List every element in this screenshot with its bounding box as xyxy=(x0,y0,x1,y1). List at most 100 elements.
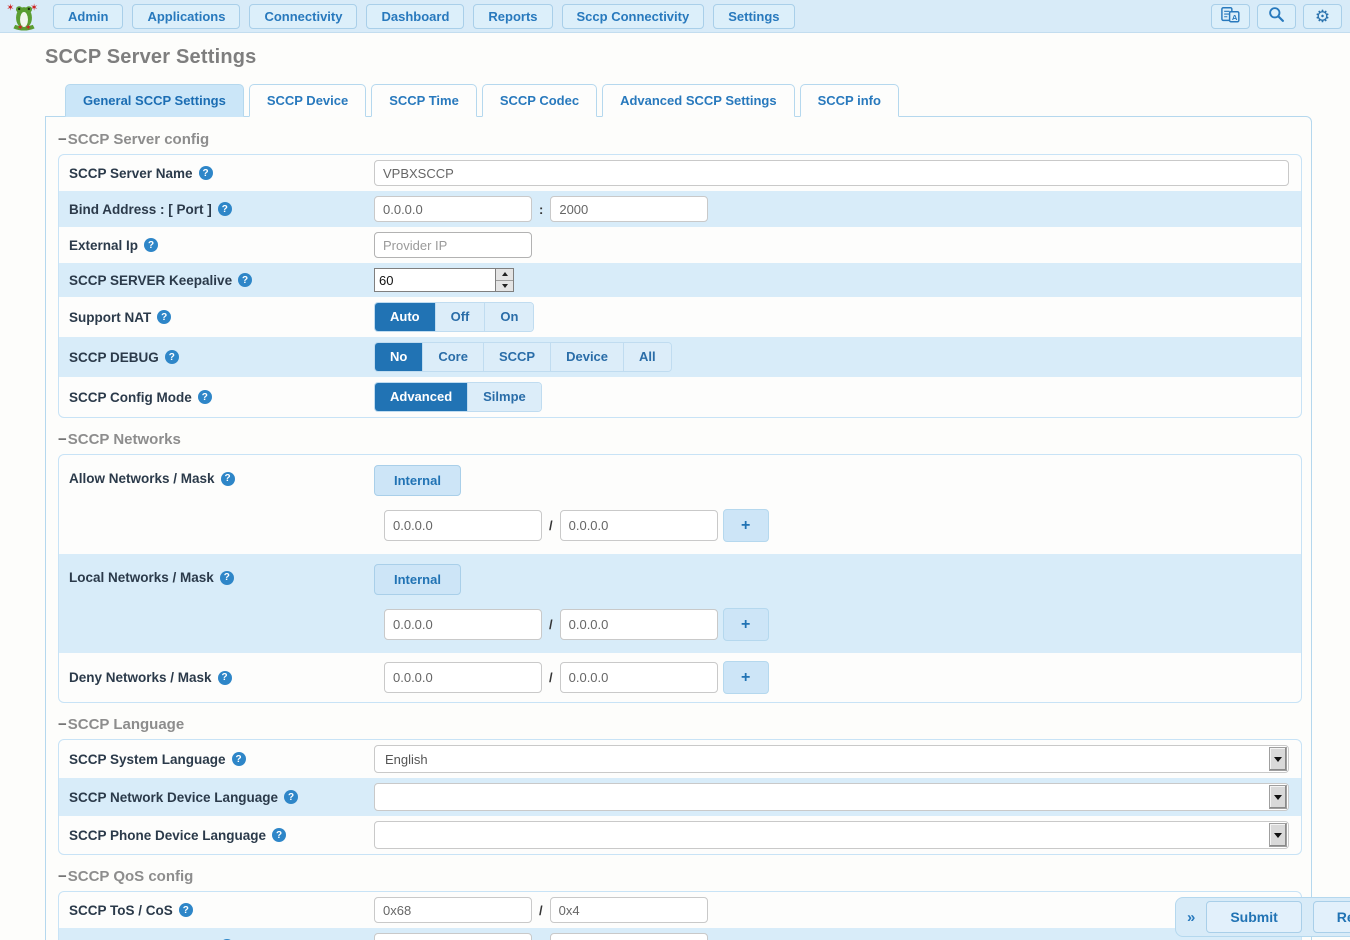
triangle-up-icon xyxy=(502,272,508,276)
tab-general-sccp-settings[interactable]: General SCCP Settings xyxy=(65,84,244,117)
help-icon[interactable]: ? xyxy=(199,166,213,180)
svg-text:✶: ✶ xyxy=(25,23,32,31)
label-text: SCCP SERVER Keepalive xyxy=(69,273,232,288)
nav-item-settings[interactable]: Settings xyxy=(713,4,794,29)
help-icon[interactable]: ? xyxy=(165,350,179,364)
collapse-dash-icon[interactable]: − xyxy=(58,716,67,733)
help-icon[interactable]: ? xyxy=(232,752,246,766)
local-network-input[interactable] xyxy=(384,609,542,640)
submit-button[interactable]: Submit xyxy=(1206,901,1301,933)
config-mode-group: Advanced Silmpe xyxy=(374,382,542,412)
system-language-select[interactable]: English xyxy=(374,745,1289,773)
tab-sccp-time[interactable]: SCCP Time xyxy=(371,84,477,117)
spinner-down-button[interactable] xyxy=(496,281,513,292)
help-icon[interactable]: ? xyxy=(198,390,212,404)
row-config-mode: SCCP Config Mode ? Advanced Silmpe xyxy=(59,377,1301,417)
collapse-dash-icon[interactable]: − xyxy=(58,431,67,448)
nav-item-dashboard[interactable]: Dashboard xyxy=(366,4,464,29)
search-icon xyxy=(1268,6,1285,26)
config-mode-silmpe[interactable]: Silmpe xyxy=(468,383,541,411)
label-text: SCCP Config Mode xyxy=(69,390,192,405)
collapse-chevron-icon[interactable]: » xyxy=(1187,909,1195,926)
external-ip-input[interactable] xyxy=(374,232,532,258)
row-sccp-tos: SCCP ToS / CoS ? / xyxy=(59,892,1301,928)
allow-network-input[interactable] xyxy=(384,510,542,541)
search-button[interactable] xyxy=(1257,4,1296,29)
svg-text:A: A xyxy=(1232,13,1238,22)
help-icon[interactable]: ? xyxy=(218,671,232,685)
bind-port-input[interactable] xyxy=(550,196,708,222)
deny-add-button[interactable]: + xyxy=(723,661,769,694)
deny-mask-input[interactable] xyxy=(560,662,718,693)
label-text: SCCP Server Name xyxy=(69,166,193,181)
collapse-dash-icon[interactable]: − xyxy=(58,131,67,148)
row-support-nat: Support NAT ? Auto Off On xyxy=(59,297,1301,337)
field-label: Deny Networks / Mask ? xyxy=(69,670,374,685)
nat-option-auto[interactable]: Auto xyxy=(375,303,436,331)
phone-device-language-select[interactable] xyxy=(374,821,1289,849)
local-mask-input[interactable] xyxy=(560,609,718,640)
keepalive-input[interactable] xyxy=(375,269,495,291)
dropdown-arrow-button[interactable] xyxy=(1269,785,1287,809)
local-internal-button[interactable]: Internal xyxy=(374,564,461,595)
reset-button[interactable]: Reset xyxy=(1313,901,1350,933)
tab-sccp-info[interactable]: SCCP info xyxy=(800,84,899,117)
nav-item-admin[interactable]: Admin xyxy=(53,4,123,29)
sccp-cos-input[interactable] xyxy=(550,897,708,923)
field-label: SCCP SERVER Keepalive ? xyxy=(69,273,374,288)
audio-tos-input[interactable] xyxy=(374,933,532,940)
help-icon[interactable]: ? xyxy=(144,238,158,252)
svg-text:✶: ✶ xyxy=(6,3,14,14)
collapse-dash-icon[interactable]: − xyxy=(58,868,67,885)
debug-option-all[interactable]: All xyxy=(624,343,671,371)
bind-address-input[interactable] xyxy=(374,196,532,222)
field-label: Support NAT ? xyxy=(69,310,374,325)
language-button[interactable]: A xyxy=(1211,4,1250,29)
help-icon[interactable]: ? xyxy=(218,202,232,216)
debug-option-device[interactable]: Device xyxy=(551,343,624,371)
allow-add-button[interactable]: + xyxy=(723,509,769,542)
spinner-up-button[interactable] xyxy=(496,269,513,281)
settings-gear-button[interactable]: ⚙ xyxy=(1303,4,1342,29)
allow-mask-input[interactable] xyxy=(560,510,718,541)
row-deny-networks: Deny Networks / Mask ? / + xyxy=(59,653,1301,702)
local-add-button[interactable]: + xyxy=(723,608,769,641)
nav-item-applications[interactable]: Applications xyxy=(132,4,240,29)
debug-option-core[interactable]: Core xyxy=(423,343,484,371)
nav-item-connectivity[interactable]: Connectivity xyxy=(249,4,357,29)
label-text: SCCP DEBUG xyxy=(69,350,159,365)
audio-cos-input[interactable] xyxy=(550,933,708,940)
dropdown-arrow-button[interactable] xyxy=(1269,747,1287,771)
debug-option-no[interactable]: No xyxy=(375,343,423,371)
tab-advanced-sccp-settings[interactable]: Advanced SCCP Settings xyxy=(602,84,795,117)
allow-internal-button[interactable]: Internal xyxy=(374,465,461,496)
config-mode-advanced[interactable]: Advanced xyxy=(375,383,468,411)
tab-sccp-codec[interactable]: SCCP Codec xyxy=(482,84,597,117)
nat-option-on[interactable]: On xyxy=(485,303,533,331)
tab-sccp-device[interactable]: SCCP Device xyxy=(249,84,366,117)
panel-networks: Allow Networks / Mask ? Internal / + Loc… xyxy=(58,454,1302,703)
help-icon[interactable]: ? xyxy=(238,273,252,287)
field-label: SCCP Config Mode ? xyxy=(69,390,374,405)
tab-content: −SCCP Server config SCCP Server Name ? B… xyxy=(45,116,1312,940)
sccp-tos-input[interactable] xyxy=(374,897,532,923)
field-label: Bind Address : [ Port ] ? xyxy=(69,202,374,217)
help-icon[interactable]: ? xyxy=(220,571,234,585)
help-icon[interactable]: ? xyxy=(221,472,235,486)
field-label: SCCP Network Device Language ? xyxy=(69,790,374,805)
nav-item-reports[interactable]: Reports xyxy=(473,4,552,29)
nav-icon-group: A ⚙ xyxy=(1211,4,1342,29)
dropdown-arrow-button[interactable] xyxy=(1269,823,1287,847)
server-name-input[interactable] xyxy=(374,160,1289,186)
row-bind-address: Bind Address : [ Port ] ? : xyxy=(59,191,1301,227)
network-device-language-select[interactable] xyxy=(374,783,1289,811)
debug-option-sccp[interactable]: SCCP xyxy=(484,343,551,371)
nat-option-off[interactable]: Off xyxy=(436,303,486,331)
nav-item-sccp-connectivity[interactable]: Sccp Connectivity xyxy=(562,4,705,29)
help-icon[interactable]: ? xyxy=(284,790,298,804)
help-icon[interactable]: ? xyxy=(157,310,171,324)
help-icon[interactable]: ? xyxy=(272,828,286,842)
help-icon[interactable]: ? xyxy=(179,903,193,917)
field-label: Allow Networks / Mask ? xyxy=(69,465,374,486)
deny-network-input[interactable] xyxy=(384,662,542,693)
